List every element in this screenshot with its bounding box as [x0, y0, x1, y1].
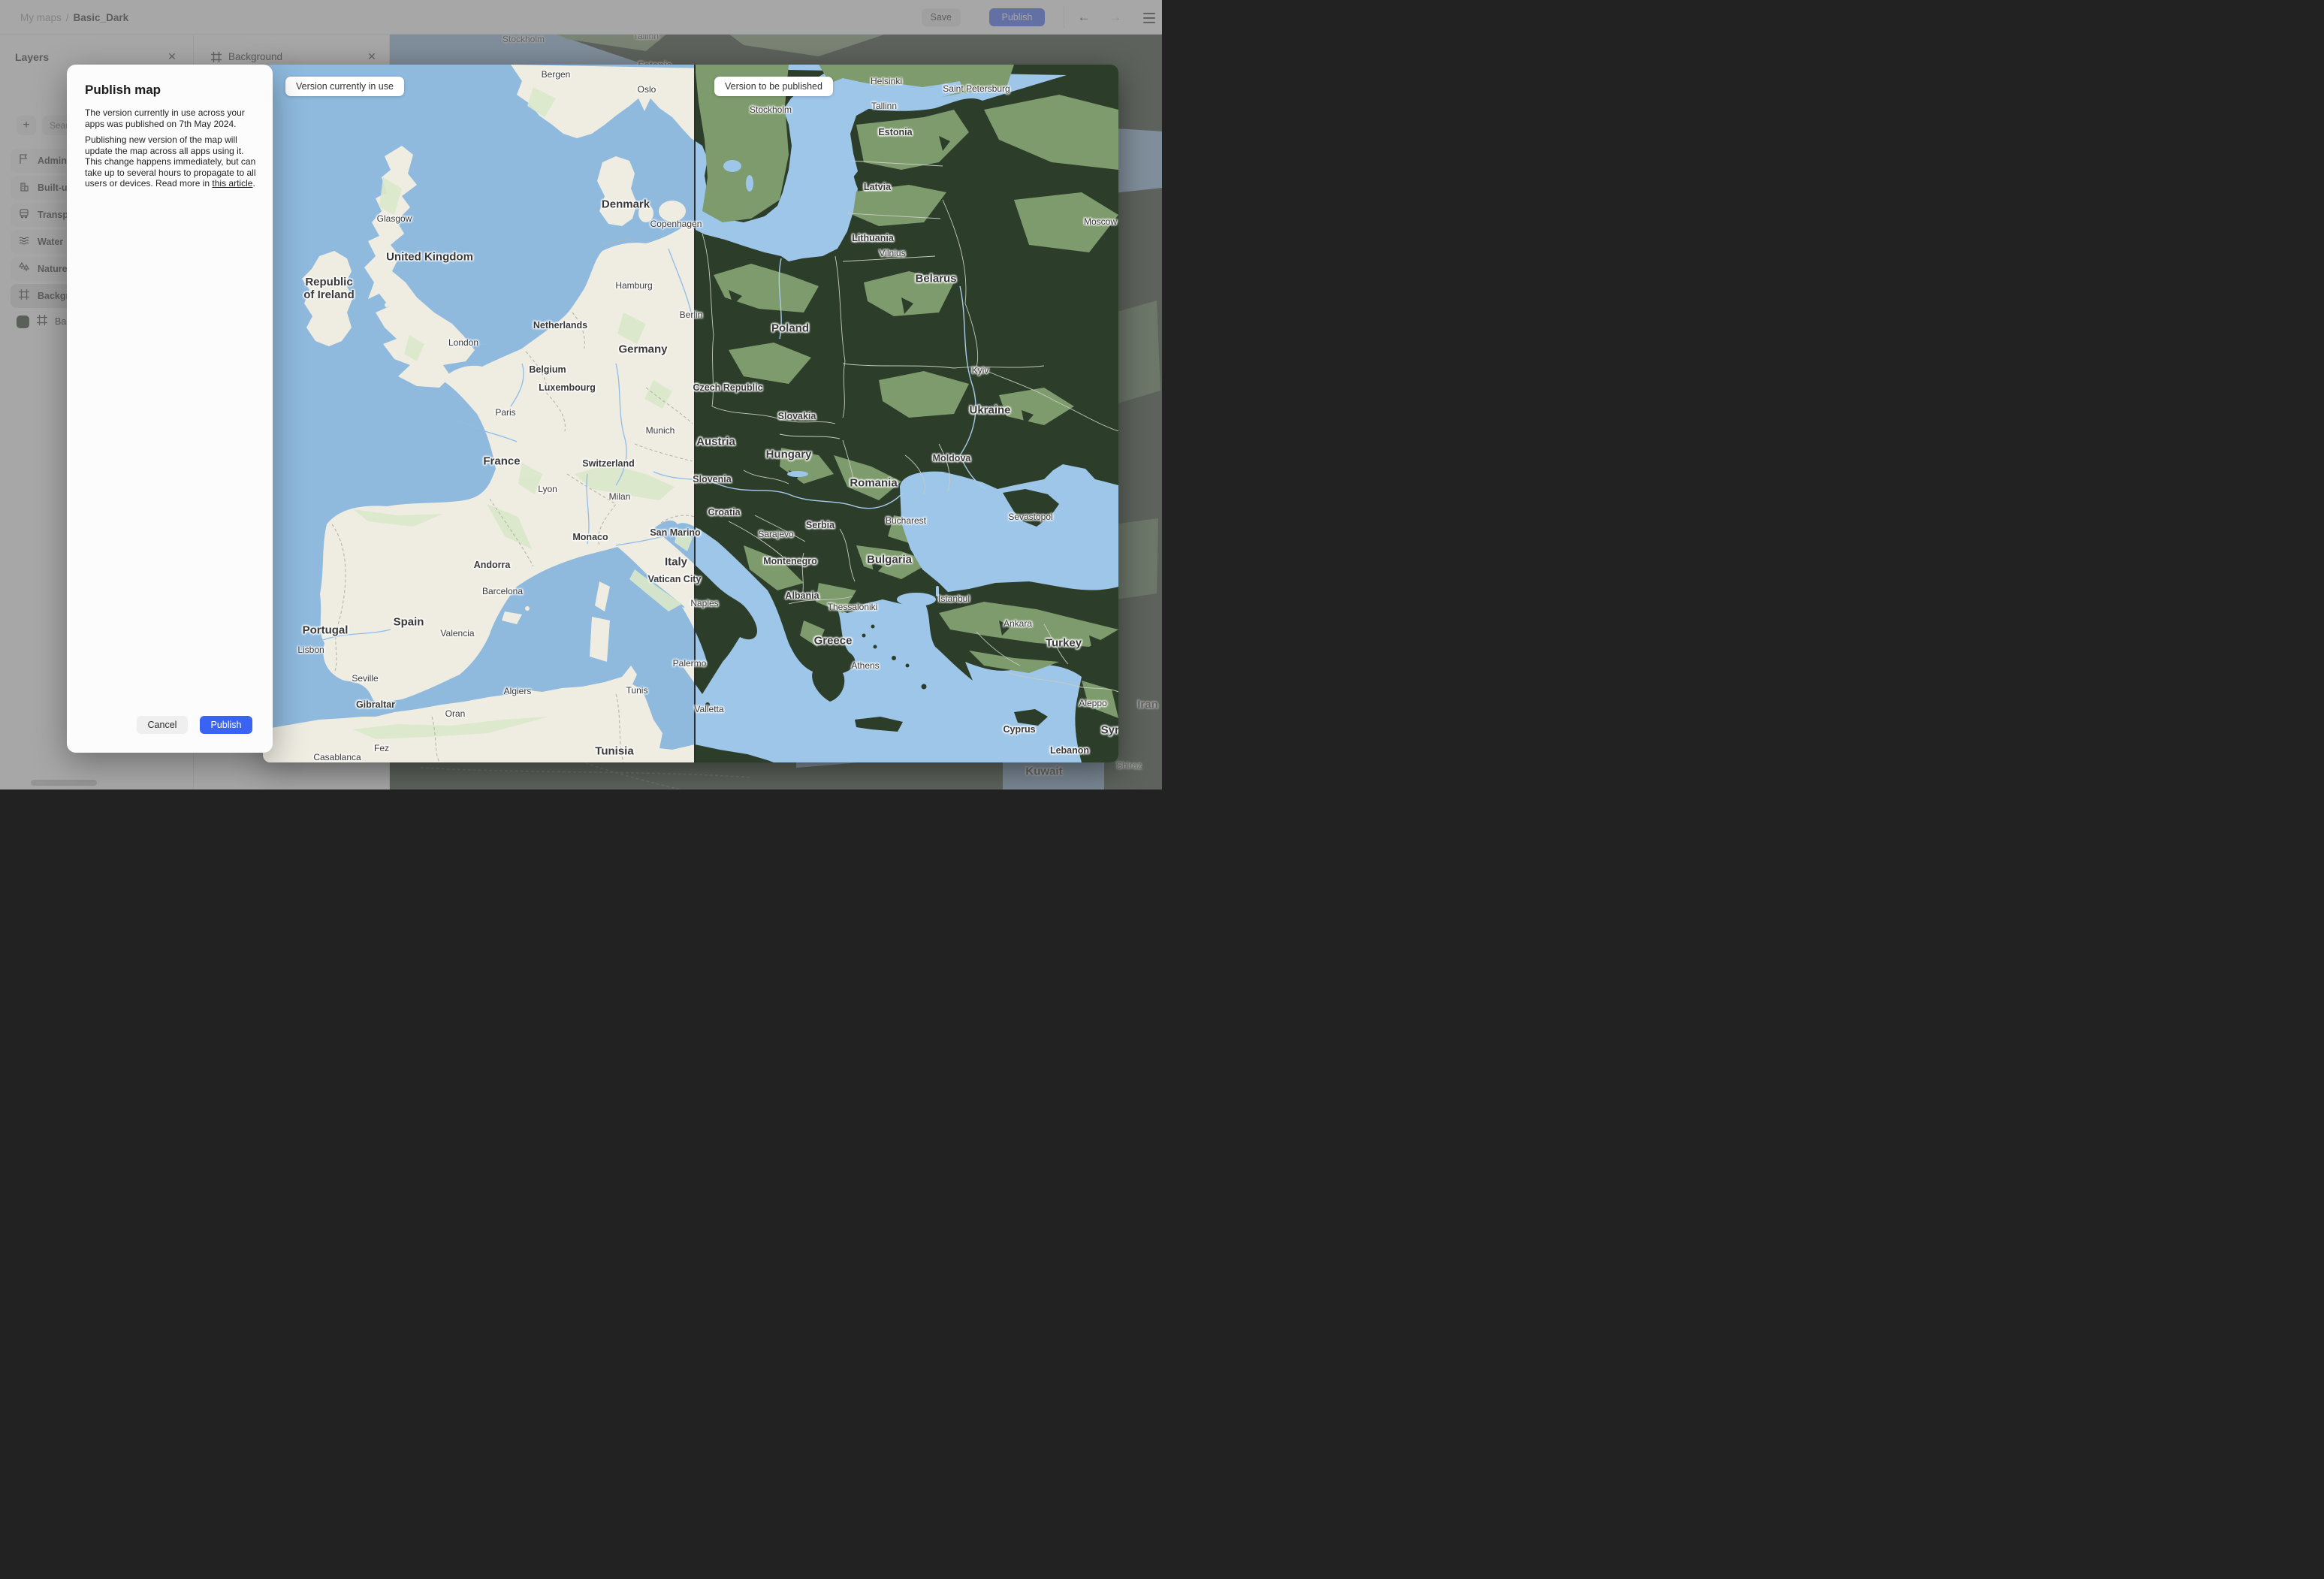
map-label: Ukraine	[969, 403, 1011, 417]
map-label: Netherlands	[533, 320, 588, 331]
map-label: Italy	[664, 555, 688, 569]
modal-paragraph-2-period: .	[252, 178, 255, 189]
map-label: Aleppo	[1079, 698, 1107, 708]
map-label: Monaco	[572, 532, 608, 542]
map-label: Stockholm	[749, 104, 792, 115]
map-label: Republic of Ireland	[303, 276, 355, 301]
map-label: Tunisia	[595, 744, 634, 758]
map-label: Vatican City	[647, 574, 702, 584]
map-label: Barcelona	[481, 586, 524, 596]
map-label: Lithuania	[852, 233, 894, 243]
map-label: United Kingdom	[386, 250, 473, 264]
map-label: Lebanon	[1049, 745, 1090, 756]
map-label: Paris	[495, 407, 516, 418]
map-label: Hamburg	[615, 280, 653, 291]
app-window: StockholmTallinnEstoniaIranShirazKuwait …	[0, 0, 1162, 790]
map-label: Athens	[851, 660, 880, 671]
map-label: Kyiv	[971, 365, 989, 376]
map-label: Algiers	[503, 686, 532, 696]
map-label: Greece	[813, 634, 853, 648]
map-label: Bucharest	[885, 515, 927, 526]
map-label: Switzerland	[582, 458, 635, 469]
map-label: Croatia	[708, 507, 741, 518]
map-label: Latvia	[863, 182, 892, 192]
map-label: Gibraltar	[355, 699, 396, 710]
map-label: Bulgaria	[866, 553, 913, 566]
map-label: London	[448, 337, 479, 348]
map-label: Montenegro	[763, 556, 817, 566]
map-label: Munich	[645, 425, 675, 436]
modal-paragraph-2: Publishing new version of the map will u…	[85, 134, 256, 189]
map-label: Bergen	[541, 69, 571, 80]
map-label: Glasgow	[376, 213, 412, 224]
version-published-chip: Version to be published	[714, 77, 833, 96]
map-label: Serbia	[805, 520, 835, 530]
map-label: Sevastopol	[1008, 512, 1053, 522]
map-label: Lyon	[538, 484, 557, 494]
map-label: Tunis	[626, 685, 648, 696]
map-label: Denmark	[601, 198, 650, 211]
map-label: Valencia	[440, 628, 475, 639]
version-comparison-panel: Bergen Oslo Glasgow United Kingdom Republic …	[263, 65, 1118, 762]
map-label: Seville	[352, 673, 379, 684]
map-label: San Marino	[650, 527, 701, 538]
map-label: Copenhagen	[650, 219, 702, 229]
map-label: Casablanca	[313, 752, 361, 762]
map-label: Saint Petersburg	[943, 83, 1010, 94]
map-label: Sarajevo	[758, 529, 794, 539]
article-link[interactable]: this article	[212, 178, 252, 189]
map-label: Milan	[608, 491, 631, 502]
map-label: Portugal	[302, 623, 349, 637]
map-label: Ankara	[1003, 618, 1033, 629]
map-label: France	[483, 454, 521, 468]
map-label: Hungary	[765, 448, 812, 461]
map-label: Oran	[445, 708, 466, 719]
publish-button[interactable]: Publish	[200, 716, 252, 734]
map-label: Slovakia	[777, 411, 816, 421]
map-label: Lisbon	[297, 645, 324, 655]
map-label: Fez	[373, 743, 390, 753]
map-label: Estonia	[878, 127, 913, 137]
map-label: Oslo	[637, 84, 656, 95]
map-label: Poland	[771, 322, 810, 335]
map-label: Spain	[393, 615, 424, 629]
map-label: Syria	[1100, 723, 1118, 737]
map-label: Moldova	[932, 453, 971, 463]
map-label: Naples	[690, 598, 719, 608]
modal-title: Publish map	[85, 83, 161, 97]
version-current-chip: Version currently in use	[285, 77, 404, 96]
map-label: Vilnius	[879, 248, 906, 258]
map-label: Palermo	[672, 658, 707, 669]
map-label: Turkey	[1045, 636, 1082, 650]
map-label: Valletta	[694, 704, 724, 714]
cancel-button[interactable]: Cancel	[137, 716, 188, 734]
map-label-layer: Bergen Oslo Glasgow United Kingdom Republic …	[263, 65, 1118, 762]
map-label: Luxembourg	[539, 382, 596, 393]
map-label: Tallinn	[871, 101, 898, 111]
map-label: Helsinki	[870, 76, 903, 86]
map-label: Slovenia	[693, 474, 732, 485]
map-label: Germany	[618, 343, 668, 356]
map-label: Cyprus	[1003, 724, 1036, 735]
map-label: Thessaloniki	[827, 602, 878, 612]
publish-modal: Publish map The version currently in use…	[67, 65, 273, 753]
map-label: Moscow	[1083, 216, 1118, 227]
map-label: Belarus	[915, 272, 957, 285]
map-label: Albania	[785, 590, 819, 601]
map-label: Belgium	[529, 364, 566, 375]
map-label: Istanbul	[937, 593, 970, 604]
map-label: Romania	[850, 476, 898, 490]
map-label: Czech Republic	[693, 382, 763, 393]
map-label: Andorra	[473, 560, 511, 570]
map-label: Austria	[696, 435, 735, 448]
map-label: Berlin	[679, 309, 703, 320]
modal-paragraph-1: The version currently in use across your…	[85, 107, 245, 129]
